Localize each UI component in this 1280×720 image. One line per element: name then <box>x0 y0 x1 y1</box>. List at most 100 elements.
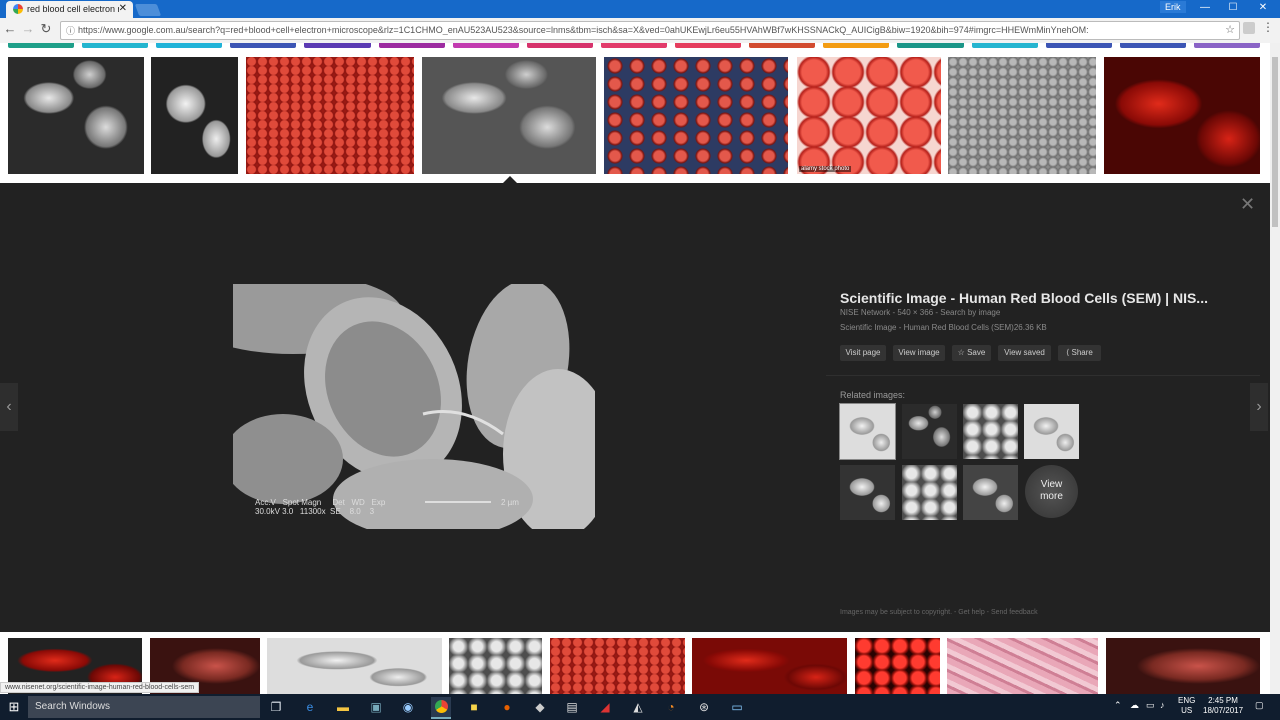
new-tab-button[interactable] <box>134 4 162 16</box>
result-thumbnail[interactable] <box>267 638 442 694</box>
color-strip-segment <box>526 43 593 48</box>
color-strip-segment <box>452 43 519 48</box>
screen-app-icon[interactable]: ▭ <box>727 697 747 717</box>
share-button[interactable]: ⟨ Share <box>1058 345 1101 361</box>
result-thumbnail[interactable] <box>550 638 685 694</box>
windows-search-box[interactable]: Search Windows <box>28 696 260 718</box>
related-image-thumbnail[interactable] <box>839 403 896 460</box>
color-strip-segment <box>971 43 1038 48</box>
status-bar-url: www.nisenet.org/scientific-image-human-r… <box>0 682 200 693</box>
language-code: ENG <box>1178 696 1196 705</box>
back-arrow-icon[interactable]: ← <box>2 21 18 36</box>
firefox-icon[interactable]: ● <box>497 697 517 717</box>
notifications-icon[interactable]: ▢ <box>1255 700 1264 711</box>
result-thumbnail[interactable]: alamy stock photo <box>797 57 941 174</box>
color-strip-segment <box>600 43 668 48</box>
bookmark-star-icon[interactable]: ☆ <box>1225 23 1235 36</box>
profile-user-button[interactable]: Erik <box>1160 1 1186 13</box>
result-thumbnail[interactable] <box>151 57 238 174</box>
color-strip-segment <box>378 43 445 48</box>
close-icon[interactable]: ✕ <box>1240 194 1255 215</box>
next-arrow-icon[interactable]: › <box>1250 383 1268 431</box>
sticky-notes-icon[interactable]: ■ <box>464 697 484 717</box>
file-explorer-icon[interactable]: ▬ <box>333 697 353 717</box>
color-strip-segment <box>156 43 223 48</box>
related-image-thumbnail[interactable] <box>840 465 895 520</box>
image-caption-values: 30.0kV 3.0 11300x SE 8.0 3 <box>255 507 375 516</box>
preview-title[interactable]: Scientific Image - Human Red Blood Cells… <box>840 290 1220 306</box>
extension-icon[interactable] <box>1243 22 1255 34</box>
tray-cloud-icon[interactable]: ☁ <box>1130 700 1139 711</box>
menu-icon[interactable]: ⋮ <box>1262 20 1274 34</box>
taskbar-clock[interactable]: 2:45 PM 18/07/2017 <box>1203 696 1243 716</box>
preview-main-image[interactable]: Acc.V Spot Magn Det WD Exp 30.0kV 3.0 11… <box>233 284 595 529</box>
blender-icon[interactable]: ◔ <box>661 697 681 717</box>
minimize-button[interactable]: — <box>1192 2 1218 13</box>
color-strip-segment <box>1045 43 1112 48</box>
visit-page-button[interactable]: Visit page <box>840 345 886 361</box>
app-window-icon[interactable]: ▤ <box>562 697 582 717</box>
previous-arrow-icon[interactable]: ‹ <box>0 383 18 431</box>
acrobat-icon[interactable]: ◢ <box>595 697 615 717</box>
tray-overflow-icon[interactable]: ⌃ <box>1114 700 1122 711</box>
result-thumbnail[interactable] <box>855 638 940 694</box>
result-thumbnail-selected[interactable] <box>422 57 596 174</box>
reload-icon[interactable]: ↻ <box>38 21 54 37</box>
color-strip-segment <box>823 43 890 48</box>
preview-footer: Images may be subject to copyright. - Ge… <box>840 609 1038 616</box>
result-thumbnail[interactable] <box>1106 638 1260 694</box>
browser-titlebar <box>0 0 1280 18</box>
result-thumbnail[interactable] <box>947 638 1098 694</box>
color-strip-segment <box>1119 43 1186 48</box>
related-image-thumbnail[interactable] <box>963 465 1018 520</box>
app-icon[interactable]: ◉ <box>398 697 418 717</box>
address-bar[interactable]: ⓘ https://www.google.com.au/search?q=red… <box>60 21 1240 40</box>
result-thumbnail[interactable] <box>604 57 788 174</box>
related-image-thumbnail[interactable] <box>1024 404 1079 459</box>
tray-volume-icon[interactable]: ♪ <box>1160 700 1165 710</box>
info-icon[interactable]: ⓘ <box>66 24 75 37</box>
related-image-thumbnail[interactable] <box>902 465 957 520</box>
scrollbar-thumb[interactable] <box>1272 57 1278 227</box>
chrome-icon[interactable] <box>431 697 451 719</box>
save-button[interactable]: ☆ Save <box>952 345 991 361</box>
result-thumbnail[interactable] <box>1104 57 1260 174</box>
maximize-button[interactable]: ☐ <box>1220 2 1246 13</box>
tray-network-icon[interactable]: ▭ <box>1146 700 1155 711</box>
result-thumbnail[interactable] <box>8 57 144 174</box>
forward-arrow-icon[interactable]: → <box>20 21 36 36</box>
store-icon[interactable]: ▣ <box>366 697 386 717</box>
related-image-thumbnail[interactable] <box>902 404 957 459</box>
result-thumbnail[interactable] <box>246 57 414 174</box>
clock-date: 18/07/2017 <box>1203 706 1244 715</box>
edge-browser-icon[interactable]: e <box>300 697 320 717</box>
view-more-button[interactable]: View more <box>1025 465 1078 518</box>
result-thumbnail[interactable] <box>948 57 1096 174</box>
related-image-thumbnail[interactable] <box>963 404 1018 459</box>
color-strip-segment <box>1193 43 1260 48</box>
color-strip-segment <box>8 43 75 48</box>
color-strip-segment <box>304 43 371 48</box>
result-thumbnail[interactable] <box>692 638 847 694</box>
windows-start-icon[interactable]: ⊞ <box>0 694 28 720</box>
preview-meta[interactable]: NISE Network - 540 × 366 - Search by ima… <box>840 308 1000 317</box>
view-saved-button[interactable]: View saved <box>998 345 1051 361</box>
stock-photo-label: alamy stock photo <box>799 166 852 172</box>
task-view-icon[interactable]: ❐ <box>266 697 286 717</box>
color-strip-segment <box>230 43 297 48</box>
page-scrollbar[interactable] <box>1270 43 1280 694</box>
app-shield-icon[interactable]: ◆ <box>530 697 550 717</box>
steam-icon[interactable]: ⊛ <box>694 697 714 717</box>
view-image-button[interactable]: View image <box>893 345 945 361</box>
browser-tab[interactable]: red blood cell electron m ✕ <box>6 1 133 18</box>
google-favicon-icon <box>13 4 23 14</box>
related-images-label: Related images: <box>840 390 906 400</box>
tab-close-icon[interactable]: ✕ <box>119 3 127 14</box>
language-indicator[interactable]: ENG US <box>1178 696 1195 716</box>
window-close-button[interactable]: ✕ <box>1250 2 1276 13</box>
result-thumbnail[interactable] <box>449 638 542 694</box>
unity-icon[interactable]: ◭ <box>628 697 648 717</box>
image-caption-labels: Acc.V Spot Magn Det WD Exp <box>255 498 386 507</box>
color-strip-segment <box>675 43 742 48</box>
view-more-label: View more <box>1040 479 1063 502</box>
